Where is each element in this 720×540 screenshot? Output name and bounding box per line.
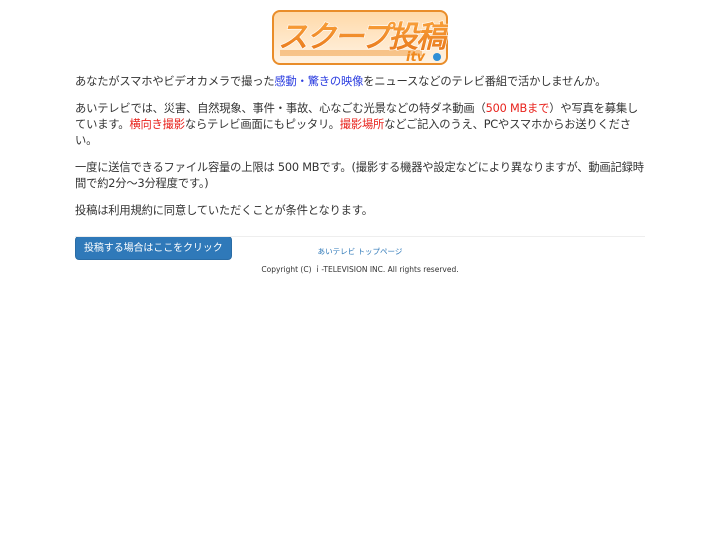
logo-dot-icon — [433, 53, 441, 61]
recruit-text: あいテレビでは、災害、自然現象、事件・事故、心なごむ光景などの特ダネ動画（ — [75, 102, 486, 115]
scoop-logo: スクープ投稿 itv — [272, 10, 448, 65]
landscape-highlight: 横向き撮影 — [129, 118, 185, 131]
footer-top-page-link[interactable]: あいテレビ トップページ — [0, 246, 720, 257]
location-highlight: 撮影場所 — [339, 118, 385, 131]
recruit-text-3: ならテレビ画面にもピッタリ。 — [184, 118, 340, 131]
copyright-text: Copyright (C) ｉ-TELEVISION INC. All righ… — [261, 265, 459, 274]
intro-paragraph: あなたがスマホやビデオカメラで撮った感動・驚きの映像をニュースなどのテレビ番組で… — [75, 74, 645, 90]
recruit-paragraph: あいテレビでは、災害、自然現象、事件・事故、心なごむ光景などの特ダネ動画（500… — [75, 101, 645, 149]
main-content: あなたがスマホやビデオカメラで撮った感動・驚きの映像をニュースなどのテレビ番組で… — [75, 74, 645, 260]
highlight-moving-footage: 感動・驚きの映像 — [274, 75, 364, 88]
scoop-logo-graphic: スクープ投稿 itv — [272, 10, 448, 65]
divider — [75, 236, 645, 237]
file-limit-paragraph: 一度に送信できるファイル容量の上限は 500 MBです。(撮影する機器や設定など… — [75, 161, 644, 190]
logo-itv-text: itv — [406, 50, 426, 65]
intro-text-end: をニュースなどのテレビ番組で活かしませんか。 — [363, 75, 607, 88]
terms-paragraph: 投稿は利用規約に同意していただくことが条件となります。 — [75, 204, 373, 217]
intro-text: あなたがスマホやビデオカメラで撮った — [75, 75, 275, 88]
page: スクープ投稿 itv あなたがスマホやビデオカメラで撮った感動・驚きの映像をニュ… — [0, 0, 720, 540]
size-limit-highlight: 500 MBまで — [485, 102, 550, 115]
